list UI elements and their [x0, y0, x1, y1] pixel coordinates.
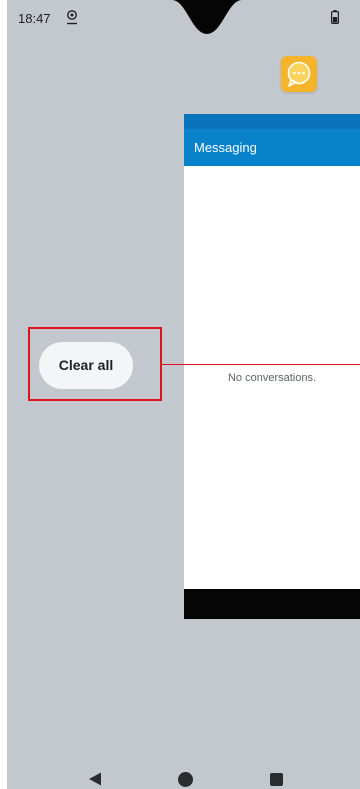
- messaging-bubble-icon: [287, 61, 311, 87]
- camera-notch: [172, 0, 242, 34]
- overflow-menu-icon: ⋮: [354, 138, 360, 155]
- location-pin-icon: [67, 10, 77, 25]
- card-title: Messaging: [194, 140, 257, 155]
- battery-icon: [331, 10, 339, 24]
- empty-state-text: No conversations.: [227, 372, 317, 384]
- status-time: 18:47: [18, 11, 51, 26]
- home-circle-icon[interactable]: [178, 772, 193, 787]
- messaging-app-icon[interactable]: [281, 56, 317, 92]
- card-app-bar: Messaging ⋮: [184, 129, 360, 166]
- card-status-bar: [184, 114, 360, 129]
- screen: 18:47 Messaging No conversations. Clear …: [0, 0, 360, 789]
- clear-all-button[interactable]: Clear all: [39, 342, 133, 389]
- recent-app-card[interactable]: Messaging ⋮ No conversations.: [184, 114, 360, 619]
- recents-square-icon[interactable]: [270, 773, 283, 786]
- card-nav-bar: [184, 589, 360, 619]
- recents-screen: 18:47 Messaging No conversations. Clear …: [7, 0, 360, 789]
- back-triangle-icon[interactable]: [88, 772, 102, 786]
